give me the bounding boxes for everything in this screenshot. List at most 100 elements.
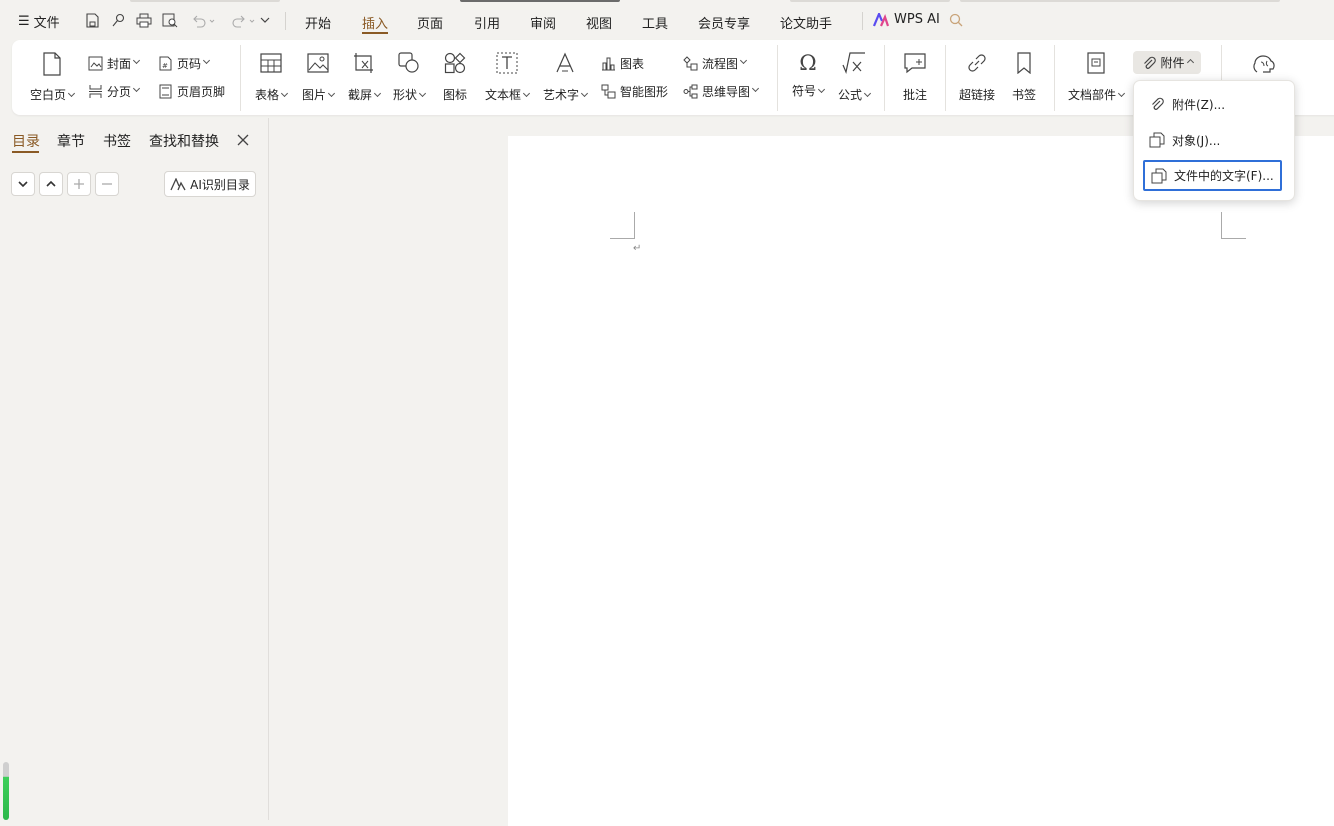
textbox-button[interactable]: 文本框 [483,52,531,103]
wps-ai-label: WPS AI [894,12,940,27]
print-preview-icon[interactable] [161,11,179,29]
remove-heading-button[interactable] [95,172,119,196]
divider [862,12,863,30]
formula-button[interactable]: 公式 [835,52,873,103]
ribbon-separator [777,45,778,111]
shape-button[interactable]: 形状 [390,52,428,103]
cover-button[interactable]: 封面 [88,55,141,72]
symbol-button[interactable]: Ω 符号 [789,52,827,99]
header-footer-label: 页眉页脚 [177,85,226,99]
comment-label: 批注 [902,88,927,102]
page-number-button[interactable]: # 页码 [158,55,211,72]
doc-parts-icon [1087,52,1105,74]
table-button[interactable]: 表格 [252,52,290,103]
icon-library-icon [444,52,466,74]
header-footer-icon [159,84,172,99]
tab-thesis-assistant[interactable]: 论文助手 [780,13,832,32]
icon-library-label: 图标 [442,88,467,102]
hyperlink-button[interactable]: 超链接 [957,52,997,103]
omega-icon: Ω [799,51,817,75]
table-label: 表格 [254,88,279,102]
window-tab-active-marker [460,0,620,2]
flowchart-button[interactable]: 流程图 [683,55,748,72]
tab-start[interactable]: 开始 [305,13,331,32]
blank-page-button[interactable]: 空白页 [28,52,76,103]
picture-button[interactable]: 图片 [299,52,337,103]
ribbon-separator [1054,45,1055,111]
ai-toc-button[interactable]: AI识别目录 [164,171,256,197]
doc-parts-label: 文档部件 [1067,88,1116,102]
tab-references[interactable]: 引用 [474,13,500,32]
menu-item-text-from-file[interactable]: 文件中的文字(F)... [1143,160,1282,191]
active-tab-indicator [362,32,388,34]
expand-down-button[interactable] [11,172,35,196]
page-break-label: 分页 [107,85,132,99]
search-icon[interactable] [947,11,965,29]
object-icon [1149,132,1165,148]
mindmap-button[interactable]: 思维导图 [683,83,760,100]
link-icon [968,54,986,72]
smartart-button[interactable]: 智能图形 [601,83,668,100]
close-pane-icon[interactable] [236,132,250,151]
nav-tab-underline [12,151,39,153]
status-level-indicator [3,762,9,820]
document-page[interactable] [508,136,1334,826]
paragraph-mark-icon: ↵ [633,243,642,254]
redo-button[interactable] [230,11,258,29]
tab-tools[interactable]: 工具 [642,13,668,32]
picture-icon [307,53,329,73]
wps-ai-icon [873,12,889,26]
brain-icon[interactable] [1252,53,1276,79]
blank-page-icon [43,52,61,76]
undo-button[interactable] [190,11,218,29]
header-footer-button[interactable]: 页眉页脚 [158,83,225,100]
shape-label: 形状 [392,88,417,102]
nav-tab-toc[interactable]: 目录 [12,131,40,151]
bookmark-button[interactable]: 书签 [1009,52,1039,103]
table-icon [260,53,282,73]
comment-icon [904,53,926,74]
tab-review[interactable]: 审阅 [530,13,556,32]
smartart-label: 智能图形 [620,85,669,99]
collapse-up-button[interactable] [39,172,63,196]
file-menu-button[interactable]: ☰ 文件 [18,12,60,31]
window-tab-strip-3 [960,0,1280,2]
divider [285,12,286,30]
wordart-button[interactable]: 艺术字 [541,52,589,103]
page-break-button[interactable]: 分页 [88,83,141,100]
ai-spark-icon [170,177,186,190]
chart-button[interactable]: 图表 [601,55,644,72]
format-painter-icon[interactable] [109,11,127,29]
window-tab-strip-2 [790,0,950,2]
attachment-button[interactable]: 附件 [1133,51,1201,74]
wps-ai-button[interactable]: WPS AI [873,12,940,27]
menu-item-attachment[interactable]: 附件(Z)... [1143,91,1281,117]
tab-page[interactable]: 页面 [417,13,443,32]
wordart-label: 艺术字 [542,88,579,102]
tab-view[interactable]: 视图 [586,13,612,32]
shapes-icon [398,52,419,73]
nav-tab-chapter[interactable]: 章节 [57,131,85,151]
page-number-icon: # [159,56,172,71]
icon-library-button[interactable]: 图标 [440,52,470,103]
comment-button[interactable]: 批注 [900,52,930,103]
doc-parts-button[interactable]: 文档部件 [1066,52,1126,103]
screenshot-button[interactable]: 截屏 [345,52,383,103]
flowchart-label: 流程图 [702,57,739,71]
bookmark-icon [1017,52,1031,75]
nav-tab-find-replace[interactable]: 查找和替换 [149,131,219,151]
minus-icon [102,183,112,185]
navigation-pane [0,118,269,820]
ribbon-separator [884,45,885,111]
tab-insert[interactable]: 插入 [362,13,388,32]
menu-item-object[interactable]: 对象(J)... [1143,127,1281,153]
save-icon[interactable] [83,11,101,29]
hamburger-icon: ☰ [18,14,30,29]
customize-quick-access-icon[interactable] [256,11,274,29]
print-icon[interactable] [135,11,153,29]
cover-icon [88,56,103,71]
add-heading-button[interactable] [67,172,91,196]
tab-member[interactable]: 会员专享 [698,13,750,32]
nav-tab-bookmark[interactable]: 书签 [103,131,131,151]
chart-label: 图表 [620,57,645,71]
